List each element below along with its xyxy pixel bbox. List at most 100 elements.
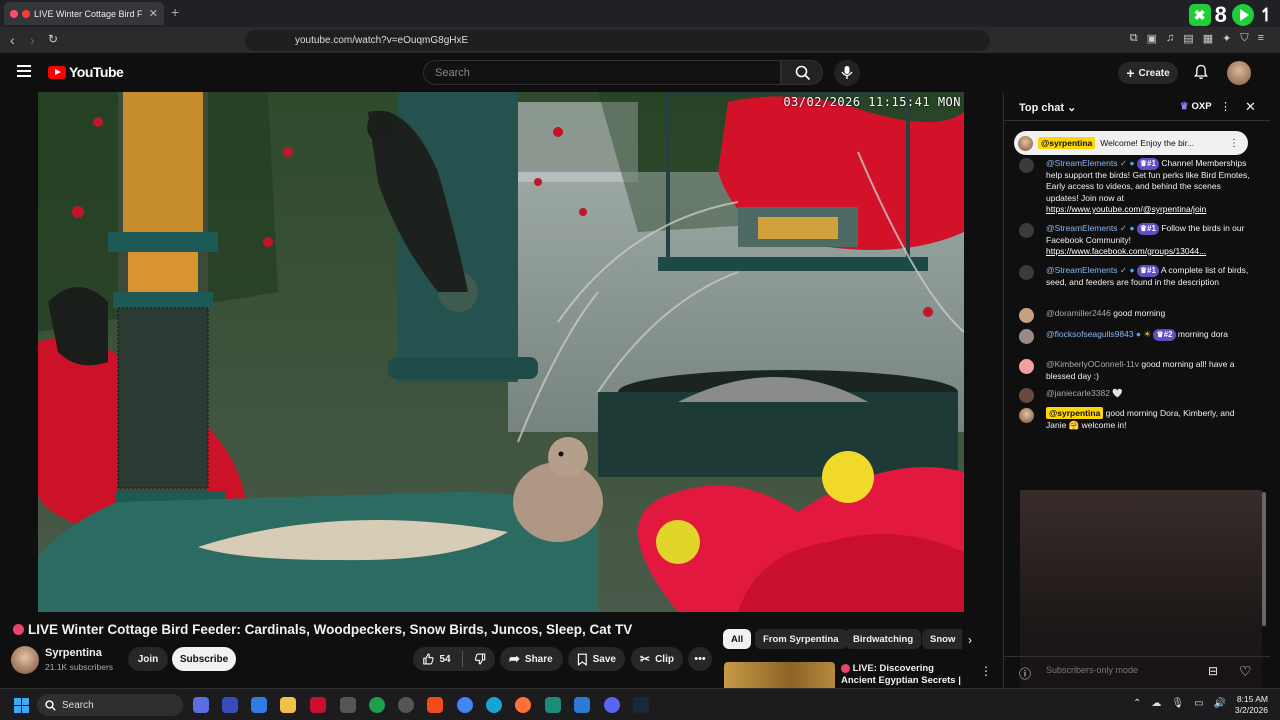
join-button[interactable]: Join	[128, 647, 168, 671]
chat-mode-selector[interactable]: Top chat ⌄	[1019, 101, 1076, 114]
clip-button[interactable]: ✂ Clip	[631, 647, 683, 671]
app-icon[interactable]	[251, 697, 267, 713]
wallet-icon[interactable]: ▦	[1203, 32, 1213, 45]
channel-name[interactable]: Syrpentina	[45, 647, 102, 659]
forward-icon[interactable]: ›	[30, 32, 35, 48]
share-button[interactable]: ➦ Share	[500, 647, 563, 671]
sidebar-icon[interactable]: ▣	[1147, 32, 1157, 45]
extensions-icon[interactable]: ⧉	[1130, 32, 1138, 45]
voice-search-button[interactable]	[834, 60, 860, 86]
volume-icon[interactable]: 🔊	[1214, 698, 1226, 709]
app-icon[interactable]	[369, 697, 385, 713]
chat-link[interactable]: https://www.youtube.com/@syrpentina/join	[1046, 204, 1206, 214]
avatar	[1019, 158, 1034, 173]
new-tab-button[interactable]: +	[171, 4, 179, 20]
save-button[interactable]: Save	[568, 647, 625, 671]
chip-birdwatching[interactable]: Birdwatching	[845, 629, 922, 649]
browser-tab-strip: LIVE Winter Cottage Bird F ✕ + ✖ 8 ↿	[0, 0, 1280, 27]
microphone-icon[interactable]: 🎙	[1171, 698, 1184, 709]
notifications-bell-icon[interactable]	[1193, 64, 1209, 80]
superchat-icon[interactable]: ⊟	[1208, 664, 1218, 678]
chat-username[interactable]: @StreamElements	[1046, 223, 1117, 233]
chrome-icon[interactable]	[457, 697, 473, 713]
channel-avatar[interactable]	[11, 646, 39, 674]
subscribe-button[interactable]: Subscribe	[172, 647, 236, 671]
youtube-logo[interactable]: YouTube	[48, 64, 124, 80]
vscode-icon[interactable]	[574, 697, 590, 713]
close-icon[interactable]: ✕	[149, 7, 158, 20]
app-icon[interactable]	[310, 697, 326, 713]
browser-tab[interactable]: LIVE Winter Cottage Bird F ✕	[4, 2, 164, 25]
monitor-icon[interactable]: ▭	[1194, 698, 1203, 709]
chat-username[interactable]: @doramiller2446	[1046, 308, 1111, 318]
create-button[interactable]: + Create	[1118, 62, 1178, 84]
extension-icon[interactable]: ✖	[1188, 4, 1211, 26]
account-avatar[interactable]	[1227, 61, 1251, 85]
pinned-message[interactable]: @syrpentina Welcome! Enjoy the bir... ⋮	[1014, 131, 1248, 155]
like-icon[interactable]	[422, 652, 434, 666]
chat-username[interactable]: @flocksofseagulls9843	[1046, 329, 1134, 339]
chat-link[interactable]: https://www.facebook.com/groups/13044...	[1046, 246, 1206, 256]
rank-badge-text: #1	[1147, 159, 1156, 168]
taskbar-clock[interactable]: 8:15 AM 3/2/2026	[1226, 694, 1268, 716]
chevron-up-icon[interactable]: ⌃	[1133, 698, 1141, 709]
app-icon[interactable]	[193, 697, 209, 713]
url-field[interactable]: youtube.com/watch?v=eOuqmG8gHxE	[245, 30, 990, 51]
avatar	[1019, 308, 1034, 323]
music-icon[interactable]: ♫	[1166, 32, 1174, 45]
firefox-icon[interactable]	[515, 697, 531, 713]
video-player[interactable]: 03/02/2026 11:15:41 MON	[38, 92, 964, 612]
chip-from-channel[interactable]: From Syrpentina	[755, 629, 847, 649]
chat-username[interactable]: @StreamElements	[1046, 265, 1117, 275]
extension-controls: ✖ 8 ↿	[1188, 3, 1274, 27]
more-actions-button[interactable]: •••	[688, 647, 712, 671]
folder-icon[interactable]	[280, 697, 296, 713]
chat-username[interactable]: @StreamElements	[1046, 158, 1117, 168]
microphone-icon	[841, 66, 853, 79]
chat-scrollbar[interactable]	[1262, 492, 1266, 626]
ai-icon[interactable]: ✦	[1222, 32, 1231, 45]
windows-start-icon[interactable]	[14, 698, 29, 713]
menu-icon[interactable]: ≡	[1258, 32, 1264, 45]
hamburger-menu-icon[interactable]	[17, 65, 31, 77]
chat-username[interactable]: @syrpentina	[1046, 407, 1104, 419]
chat-username[interactable]: @janiecarle3382	[1046, 388, 1110, 398]
app-icon[interactable]	[340, 697, 356, 713]
more-vertical-icon[interactable]: ⋮	[1220, 100, 1231, 113]
app-icon[interactable]	[545, 697, 561, 713]
heart-icon[interactable]: ♡	[1239, 663, 1252, 680]
play-icon[interactable]	[1231, 3, 1255, 27]
clock-date: 3/2/2026	[1234, 705, 1268, 715]
chip-snow[interactable]: Snow	[922, 629, 962, 649]
member-icon: ●	[1135, 329, 1142, 339]
chat-username[interactable]: @KimberlyOConnell-11v	[1046, 359, 1139, 369]
brave-icon[interactable]	[427, 697, 443, 713]
discord-icon[interactable]	[604, 697, 620, 713]
vpn-icon[interactable]: ⛉	[1240, 32, 1248, 45]
live-indicator-icon	[22, 9, 30, 18]
search-button[interactable]	[781, 60, 823, 85]
oxp-badge[interactable]: ♛ OXP	[1180, 101, 1212, 112]
chip-all[interactable]: All	[723, 629, 752, 649]
info-icon[interactable]: ⓘ	[1019, 665, 1031, 682]
app-icon[interactable]	[398, 697, 414, 713]
cloud-icon[interactable]: ☁	[1151, 698, 1161, 709]
close-icon[interactable]: ✕	[1245, 99, 1256, 115]
app-icon[interactable]	[222, 697, 238, 713]
steam-icon[interactable]	[633, 697, 649, 713]
dislike-icon[interactable]	[474, 652, 486, 666]
clock-time: 8:15 AM	[1236, 694, 1268, 704]
more-vertical-icon[interactable]: ⋮	[980, 664, 992, 678]
chat-message: @StreamElements ✓ ● ♛#1 Channel Membersh…	[1019, 158, 1251, 216]
reader-icon[interactable]: ▤	[1183, 32, 1193, 45]
more-vertical-icon[interactable]: ⋮	[1229, 138, 1239, 149]
back-icon[interactable]: ‹	[10, 32, 15, 48]
chevron-right-icon[interactable]: ›	[968, 633, 972, 647]
taskbar-search[interactable]: Search	[37, 694, 183, 716]
related-video-thumbnail[interactable]	[724, 662, 835, 688]
search-input[interactable]	[423, 60, 781, 85]
reload-icon[interactable]: ↻	[48, 32, 58, 46]
chat-input[interactable]: Subscribers-only mode	[1046, 665, 1138, 675]
system-tray: ⌃ ☁ 🎙 ▭ 🔊	[1133, 698, 1226, 709]
edge-icon[interactable]	[486, 697, 502, 713]
